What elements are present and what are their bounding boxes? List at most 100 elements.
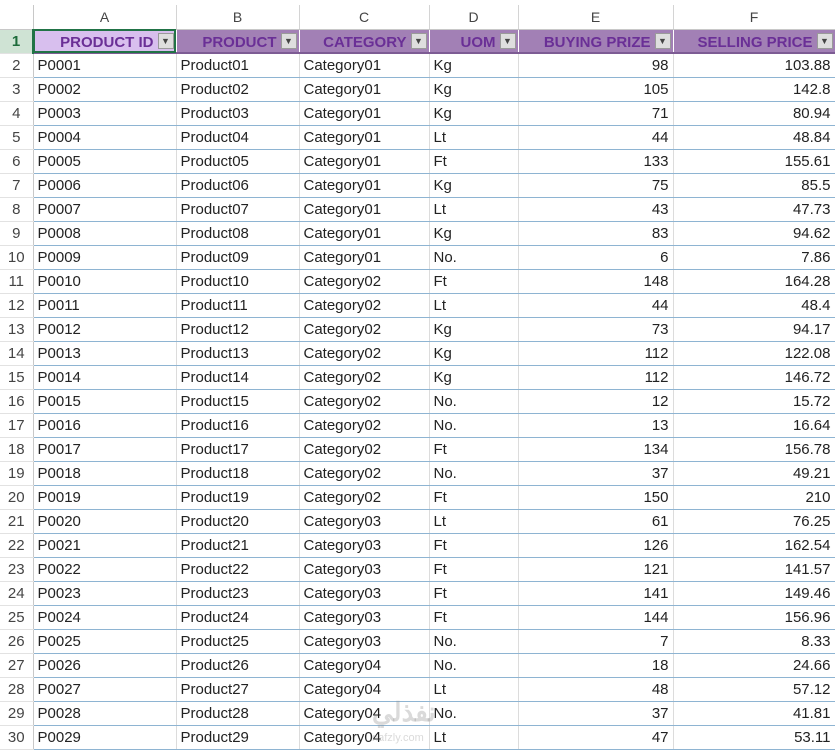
cell-selling-price[interactable]: 122.08	[673, 341, 835, 366]
cell-product[interactable]: Product24	[176, 605, 300, 630]
cell-uom[interactable]: Ft	[429, 149, 519, 174]
cell-selling-price[interactable]: 164.28	[673, 269, 835, 294]
cell-buying-prize[interactable]: 133	[518, 149, 674, 174]
cell-selling-price[interactable]: 146.72	[673, 365, 835, 390]
cell-buying-prize[interactable]: 13	[518, 413, 674, 438]
cell-product-id[interactable]: P0016	[33, 413, 177, 438]
filter-dropdown-icon[interactable]: ▼	[280, 32, 297, 49]
cell-selling-price[interactable]: 80.94	[673, 101, 835, 126]
row-header[interactable]: 4	[0, 101, 34, 126]
cell-uom[interactable]: Lt	[429, 509, 519, 534]
row-header[interactable]: 13	[0, 317, 34, 342]
column-header-b[interactable]: B	[176, 5, 300, 30]
cell-category[interactable]: Category01	[299, 125, 430, 150]
cell-uom[interactable]: No.	[429, 629, 519, 654]
cell-product-id[interactable]: P0028	[33, 701, 177, 726]
cell-product[interactable]: Product21	[176, 533, 300, 558]
cell-product[interactable]: Product04	[176, 125, 300, 150]
cell-product[interactable]: Product05	[176, 149, 300, 174]
row-header[interactable]: 2	[0, 53, 34, 78]
cell-category[interactable]: Category01	[299, 53, 430, 78]
cell-category[interactable]: Category02	[299, 389, 430, 414]
cell-product-id[interactable]: P0006	[33, 173, 177, 198]
cell-buying-prize[interactable]: 12	[518, 389, 674, 414]
cell-buying-prize[interactable]: 73	[518, 317, 674, 342]
cell-buying-prize[interactable]: 126	[518, 533, 674, 558]
cell-product[interactable]: Product09	[176, 245, 300, 270]
cell-product[interactable]: Product16	[176, 413, 300, 438]
cell-buying-prize[interactable]: 44	[518, 125, 674, 150]
row-header[interactable]: 23	[0, 557, 34, 582]
cell-product[interactable]: Product11	[176, 293, 300, 318]
cell-product-id[interactable]: P0017	[33, 437, 177, 462]
cell-uom[interactable]: Ft	[429, 557, 519, 582]
cell-product-id[interactable]: P0013	[33, 341, 177, 366]
cell-product[interactable]: Product08	[176, 221, 300, 246]
cell-product-id[interactable]: P0005	[33, 149, 177, 174]
cell-product-id[interactable]: P0023	[33, 581, 177, 606]
cell-product[interactable]: Product10	[176, 269, 300, 294]
cell-uom[interactable]: Ft	[429, 269, 519, 294]
cell-buying-prize[interactable]: 61	[518, 509, 674, 534]
cell-selling-price[interactable]: 24.66	[673, 653, 835, 678]
cell-buying-prize[interactable]: 134	[518, 437, 674, 462]
cell-product-id[interactable]: P0019	[33, 485, 177, 510]
filter-dropdown-icon[interactable]: ▼	[410, 32, 427, 49]
row-header[interactable]: 17	[0, 413, 34, 438]
cell-uom[interactable]: No.	[429, 413, 519, 438]
cell-product-id[interactable]: P0004	[33, 125, 177, 150]
cell-product[interactable]: Product06	[176, 173, 300, 198]
cell-uom[interactable]: Kg	[429, 365, 519, 390]
cell-product[interactable]: Product17	[176, 437, 300, 462]
row-header[interactable]: 30	[0, 725, 34, 750]
cell-uom[interactable]: No.	[429, 653, 519, 678]
cell-selling-price[interactable]: 162.54	[673, 533, 835, 558]
cell-buying-prize[interactable]: 37	[518, 701, 674, 726]
cell-product-id[interactable]: P0029	[33, 725, 177, 750]
cell-category[interactable]: Category01	[299, 197, 430, 222]
row-header[interactable]: 20	[0, 485, 34, 510]
cell-buying-prize[interactable]: 75	[518, 173, 674, 198]
row-header[interactable]: 5	[0, 125, 34, 150]
cell-uom[interactable]: Kg	[429, 221, 519, 246]
row-header[interactable]: 14	[0, 341, 34, 366]
cell-selling-price[interactable]: 149.46	[673, 581, 835, 606]
cell-product[interactable]: Product20	[176, 509, 300, 534]
cell-selling-price[interactable]: 7.86	[673, 245, 835, 270]
cell-category[interactable]: Category02	[299, 341, 430, 366]
filter-dropdown-icon[interactable]: ▼	[499, 32, 516, 49]
cell-buying-prize[interactable]: 71	[518, 101, 674, 126]
cell-product-id[interactable]: P0026	[33, 653, 177, 678]
column-header-e[interactable]: E	[518, 5, 674, 30]
cell-buying-prize[interactable]: 144	[518, 605, 674, 630]
cell-product-id[interactable]: P0012	[33, 317, 177, 342]
header-cell-product[interactable]: PRODUCT ▼	[176, 29, 300, 54]
cell-buying-prize[interactable]: 112	[518, 365, 674, 390]
cell-uom[interactable]: Kg	[429, 317, 519, 342]
cell-buying-prize[interactable]: 83	[518, 221, 674, 246]
cell-uom[interactable]: Ft	[429, 605, 519, 630]
row-header[interactable]: 9	[0, 221, 34, 246]
column-header-a[interactable]: A	[33, 5, 177, 30]
cell-buying-prize[interactable]: 98	[518, 53, 674, 78]
row-header[interactable]: 12	[0, 293, 34, 318]
cell-product-id[interactable]: P0014	[33, 365, 177, 390]
cell-category[interactable]: Category01	[299, 221, 430, 246]
cell-product-id[interactable]: P0002	[33, 77, 177, 102]
cell-category[interactable]: Category02	[299, 269, 430, 294]
cell-selling-price[interactable]: 155.61	[673, 149, 835, 174]
cell-uom[interactable]: Kg	[429, 341, 519, 366]
cell-selling-price[interactable]: 210	[673, 485, 835, 510]
cell-selling-price[interactable]: 41.81	[673, 701, 835, 726]
row-header[interactable]: 6	[0, 149, 34, 174]
cell-selling-price[interactable]: 94.62	[673, 221, 835, 246]
row-header[interactable]: 24	[0, 581, 34, 606]
cell-product-id[interactable]: P0015	[33, 389, 177, 414]
cell-category[interactable]: Category02	[299, 293, 430, 318]
cell-product-id[interactable]: P0011	[33, 293, 177, 318]
cell-buying-prize[interactable]: 48	[518, 677, 674, 702]
cell-product-id[interactable]: P0021	[33, 533, 177, 558]
cell-product-id[interactable]: P0003	[33, 101, 177, 126]
row-header[interactable]: 26	[0, 629, 34, 654]
cell-product[interactable]: Product22	[176, 557, 300, 582]
